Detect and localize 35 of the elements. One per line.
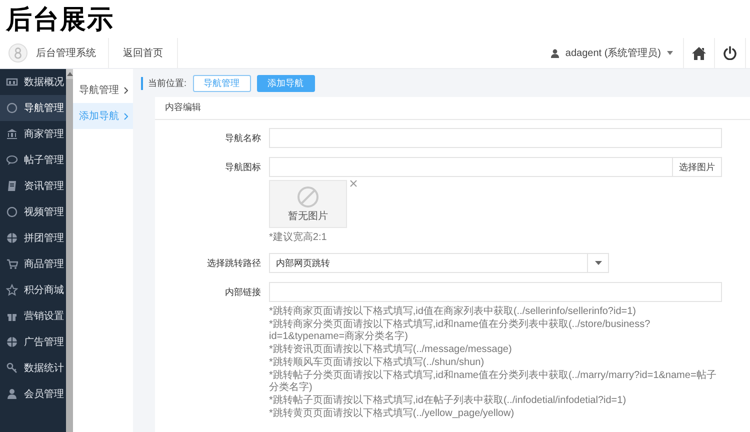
sub-menu-item[interactable]: 导航管理 [73,77,133,103]
hint-text: *跳转顺风车页面请按以下格式填写(../shun/shun) [269,357,486,369]
sidebar-item[interactable]: 商家管理 [0,121,66,147]
user-menu[interactable]: adagent (系统管理员) [551,46,683,60]
sidebar-item[interactable]: 导航管理 [0,95,66,121]
panel-title: 内容编辑 [155,97,750,120]
hint-text: *建议宽高2:1 [269,232,328,244]
sidebar-item[interactable]: 营销设置 [0,303,66,329]
hint-text: *跳转商家页面请按以下格式填写,id值在商家列表中获取(../sellerinfo/sellerinfo?id=1) [269,306,638,318]
sidebar-item[interactable]: 数据统计 [0,355,66,381]
page-heading: 后台展示 [6,2,114,36]
dropdown[interactable]: 内部网页跳转 [269,253,609,273]
field-label: 内部链接 [224,286,262,299]
field-label: 导航图标 [224,161,262,174]
choose-image-button[interactable]: 选择图片 [673,157,722,177]
sidebar-item[interactable]: 视频管理 [0,199,66,225]
hint-text: *跳转帖子页面请按以下格式填写,id在帖子列表中获取(../infodetial/infodetial?id=1) [269,395,628,407]
sidebar-item[interactable]: 资讯管理 [0,173,66,199]
sidebar-item[interactable]: 数据概况 [0,69,66,95]
app-name: 后台管理系统 [36,46,97,60]
breadcrumb-label: 当前位置: [141,76,187,90]
field-label: 选择跳转路径 [206,257,262,270]
hint-text: *跳转黄页页面请按以下格式填写(../yellow_page/yellow) [269,408,516,420]
sidebar-item[interactable]: 拼团管理 [0,225,66,251]
hint-text: *跳转资讯页面请按以下格式填写(../message/message) [269,344,513,356]
sidebar-item[interactable]: 广告管理 [0,329,66,355]
sidebar-item[interactable]: 帖子管理 [0,147,66,173]
sidebar-item[interactable]: 会员管理 [0,381,66,407]
hint-text: *跳转帖子分类页面请按以下格式填写,id和name值在分类列表中获取(../marry/marry?id=1&name=帖子分类名字) [269,370,718,394]
sidebar-item[interactable]: 积分商城 [0,277,66,303]
field-label: 导航名称 [224,132,262,145]
sidebar-item[interactable]: 商品管理 [0,251,66,277]
hint-text: *跳转商家分类页面请按以下格式填写,id和name值在分类列表中获取(../store/business?id=1&typename=商家分类名字) [269,319,652,343]
home-link[interactable]: 返回首页 [108,38,178,68]
placeholder-text: 暂无图片 [288,210,328,222]
